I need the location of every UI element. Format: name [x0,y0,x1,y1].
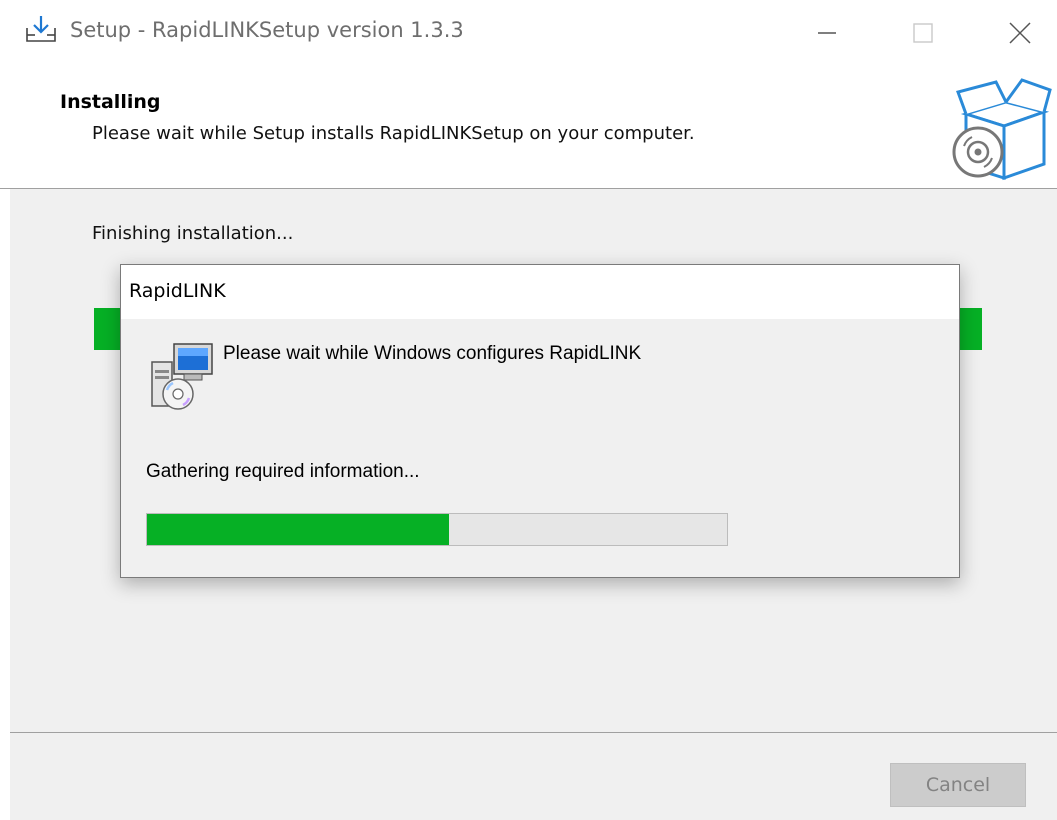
page-subtitle: Please wait while Setup installs RapidLI… [92,123,695,144]
maximize-icon [913,23,933,43]
configure-dialog: RapidLINK Please wait while Windows conf… [120,264,960,578]
minimize-icon [818,32,836,34]
close-button[interactable] [984,0,1054,66]
install-status-text: Finishing installation... [92,223,294,244]
maximize-button[interactable] [888,0,958,66]
window-titlebar: Setup - RapidLINKSetup version 1.3.3 [0,0,1057,66]
dialog-status-text: Gathering required information... [146,461,420,482]
minimize-button[interactable] [792,0,862,66]
wizard-header: Installing Please wait while Setup insta… [0,66,1057,188]
close-icon [1009,22,1031,44]
dialog-progress-bar [146,513,728,546]
software-box-icon [952,78,1052,181]
dialog-title: RapidLINK [129,280,226,302]
windows-installer-icon [151,343,213,410]
dialog-titlebar: RapidLINK [121,265,959,319]
dialog-progress-fill [147,514,449,545]
page-title: Installing [60,91,161,113]
window-title: Setup - RapidLINKSetup version 1.3.3 [70,18,464,42]
wizard-footer: Cancel [10,733,1057,820]
dialog-message: Please wait while Windows configures Rap… [223,343,642,364]
download-tray-icon [26,16,56,42]
cancel-button[interactable]: Cancel [890,763,1026,807]
